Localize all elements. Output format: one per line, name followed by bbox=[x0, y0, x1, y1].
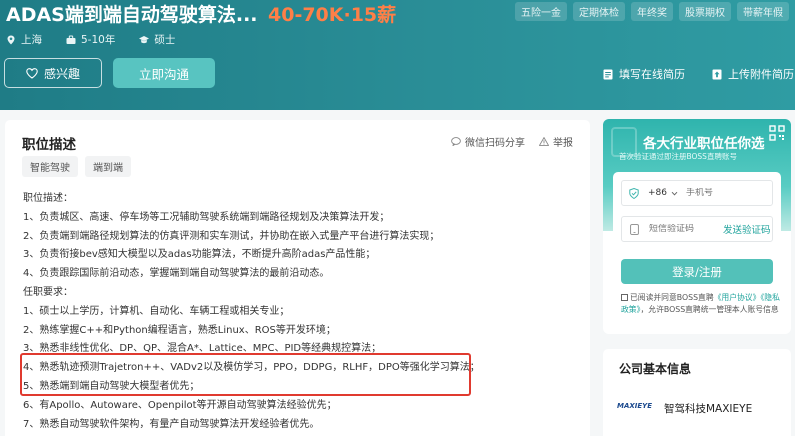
degree-text: 硕士 bbox=[154, 34, 176, 46]
qr-code-icon[interactable] bbox=[769, 125, 785, 141]
description-line: 7、熟悉自动驾驶软件架构，有量产自动驾驶算法开发经验者优先。 bbox=[23, 418, 320, 430]
location: 上海 bbox=[6, 32, 42, 47]
sms-code-field[interactable]: 发送验证码 bbox=[621, 216, 773, 242]
salary: 40-70K·15薪 bbox=[268, 4, 397, 26]
job-meta: 上海 5-10年 硕士 bbox=[6, 32, 175, 47]
description-line: 任职要求： bbox=[23, 286, 73, 298]
interest-label: 感兴趣 bbox=[43, 66, 80, 81]
benefit-tag: 五险一金 bbox=[515, 2, 567, 21]
description-line: 5、熟悉端到端自动驾驶大模型者优先； bbox=[23, 380, 200, 392]
upload-resume-link[interactable]: 上传附件简历 bbox=[712, 66, 794, 82]
job-header: ADAS端到端自动驾驶算法... 40-70K·15薪 五险一金 定期体检 年终… bbox=[0, 0, 795, 110]
section-title: 职位描述 bbox=[22, 137, 76, 153]
keyword-tags: 智能驾驶 端到端 bbox=[22, 156, 131, 177]
company-name[interactable]: 智驾科技MAXIEYE bbox=[664, 401, 752, 416]
login-title: 各大行业职位任你选 bbox=[643, 136, 765, 152]
chevron-down-icon bbox=[671, 191, 678, 196]
location-text: 上海 bbox=[21, 34, 42, 46]
location-pin-icon bbox=[7, 35, 15, 44]
wechat-share-link[interactable]: 微信扫码分享 bbox=[451, 134, 525, 149]
report-label: 举报 bbox=[553, 138, 573, 149]
upload-icon bbox=[712, 69, 722, 79]
company-section-title: 公司基本信息 bbox=[619, 362, 692, 376]
wechat-icon bbox=[451, 137, 461, 146]
country-code[interactable]: +86 bbox=[648, 188, 667, 198]
description-line: 4、负责跟踪国际前沿动态，掌握端到端自动驾驶算法的最前沿动态。 bbox=[23, 268, 330, 280]
login-register-button[interactable]: 登录/注册 bbox=[621, 259, 773, 284]
shield-check-icon bbox=[629, 187, 639, 199]
heart-icon bbox=[26, 67, 38, 79]
user-agreement-link[interactable]: 《用户协议》 bbox=[714, 293, 761, 302]
login-card: 各大行业职位任你选 首次验证通过即注册BOSS直聘账号 +86 发送验证码 登录… bbox=[603, 119, 791, 334]
keyword-tag: 端到端 bbox=[85, 156, 131, 177]
document-icon bbox=[603, 69, 613, 79]
graduation-cap-icon bbox=[139, 35, 150, 43]
interest-button[interactable]: 感兴趣 bbox=[4, 58, 102, 88]
description-line: 3、熟悉非线性优化、DP、QP、混合A*、Lattice、MPC、PID等经典规… bbox=[23, 343, 382, 355]
report-link[interactable]: 举报 bbox=[539, 134, 573, 149]
description-line: 2、熟练掌握C++和Python编程语言，熟悉Linux、ROS等开发环境； bbox=[23, 324, 336, 336]
description-line: 1、负责城区、高速、停车场等工况辅助驾驶系统端到端路径规划及决策算法开发； bbox=[23, 211, 390, 223]
chat-now-button[interactable]: 立即沟通 bbox=[113, 58, 215, 88]
description-line: 2、负责端到端路径规划算法的仿真评测和实车测试，并协助在嵌入式量产平台进行算法实… bbox=[23, 230, 440, 242]
description-line: 职位描述： bbox=[23, 193, 73, 204]
agree-checkbox[interactable] bbox=[621, 294, 628, 301]
keyword-tag: 智能驾驶 bbox=[22, 156, 78, 177]
online-resume-link[interactable]: 填写在线简历 bbox=[603, 66, 685, 82]
share-label: 微信扫码分享 bbox=[465, 138, 525, 149]
job-title: ADAS端到端自动驾驶算法... bbox=[6, 4, 258, 26]
briefcase-icon bbox=[66, 35, 76, 44]
description-line: 4、熟悉轨迹预测Trajetron++、VADv2以及模仿学习，PPO，DDPG… bbox=[23, 362, 480, 374]
description-line: 1、硕士以上学历，计算机、自动化、车辆工程或相关专业； bbox=[23, 305, 290, 317]
warning-icon bbox=[539, 137, 549, 146]
login-subtitle: 首次验证通过即注册BOSS直聘账号 bbox=[619, 152, 737, 161]
benefit-tag: 带薪年假 bbox=[737, 2, 789, 21]
online-resume-label: 填写在线简历 bbox=[619, 68, 685, 81]
company-card: 公司基本信息 MAXIEYE 智驾科技MAXIEYE bbox=[603, 349, 791, 436]
company-logo[interactable]: MAXIEYE bbox=[617, 402, 652, 410]
benefit-tag: 年终奖 bbox=[631, 2, 673, 21]
send-code-button[interactable]: 发送验证码 bbox=[723, 222, 771, 236]
job-detail-card: 职位描述 微信扫码分享 举报 智能驾驶 端到端 职位描述： 1、负责城区、高速、… bbox=[5, 120, 590, 436]
description-line: 6、有Apollo、Autoware、Openpilot等开源自动驾驶算法经验优… bbox=[23, 399, 337, 411]
login-form: +86 发送验证码 登录/注册 已阅读并同意BOSS直聘《用户协议》《隐私政策》… bbox=[613, 172, 781, 324]
benefit-tag: 定期体检 bbox=[573, 2, 625, 21]
job-description: 职位描述： 1、负责城区、高速、停车场等工况辅助驾驶系统端到端路径规划及决策算法… bbox=[23, 190, 583, 434]
phone-icon bbox=[630, 223, 639, 235]
phone-input[interactable] bbox=[686, 188, 766, 198]
description-line: 3、负责衔接bev感知大模型以及adas功能算法，不断提升高阶adas产品性能； bbox=[23, 249, 376, 261]
degree: 硕士 bbox=[139, 32, 175, 47]
agreement-text: 已阅读并同意BOSS直聘《用户协议》《隐私政策》，允许BOSS直聘统一管理本人账… bbox=[621, 292, 781, 315]
agree-prefix: 已阅读并同意BOSS直聘 bbox=[630, 293, 714, 302]
experience-text: 5-10年 bbox=[81, 34, 116, 46]
sms-code-input[interactable] bbox=[649, 224, 709, 234]
benefit-tag: 股票期权 bbox=[679, 2, 731, 21]
benefit-tags: 五险一金 定期体检 年终奖 股票期权 带薪年假 bbox=[515, 2, 789, 21]
experience: 5-10年 bbox=[66, 32, 115, 47]
agree-suffix: ，允许BOSS直聘统一管理本人账号信息 bbox=[640, 304, 779, 314]
upload-resume-label: 上传附件简历 bbox=[728, 68, 794, 81]
phone-field[interactable]: +86 bbox=[621, 180, 773, 206]
